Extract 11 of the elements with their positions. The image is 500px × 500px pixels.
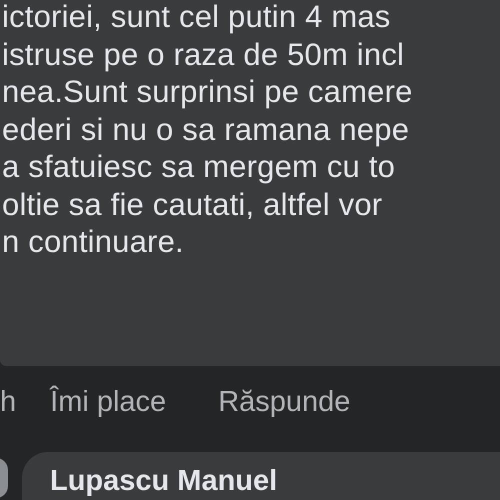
comment-text-line: oltie sa fie cautati, altfel vor [2, 186, 384, 223]
comment-text-line: ictoriei, sunt cel putin 4 mas [2, 0, 392, 36]
comment-text-line: ederi si nu o sa ramana nepe [2, 110, 410, 148]
like-link[interactable]: Îmi place [50, 386, 166, 418]
comment-text-line: istruse pe o raza de 50m incl [2, 36, 406, 73]
reply-link[interactable]: Răspunde [218, 386, 350, 418]
comment-text-line: n continuare. [2, 223, 185, 260]
comment-time: h [0, 386, 16, 418]
comment-text-line: nea.Sunt surprinsi pe camere [2, 73, 414, 110]
comment-text-line: a sfatuiesc sa mergem cu to [2, 148, 396, 186]
comment-author[interactable]: Lupascu Manuel [50, 465, 278, 497]
